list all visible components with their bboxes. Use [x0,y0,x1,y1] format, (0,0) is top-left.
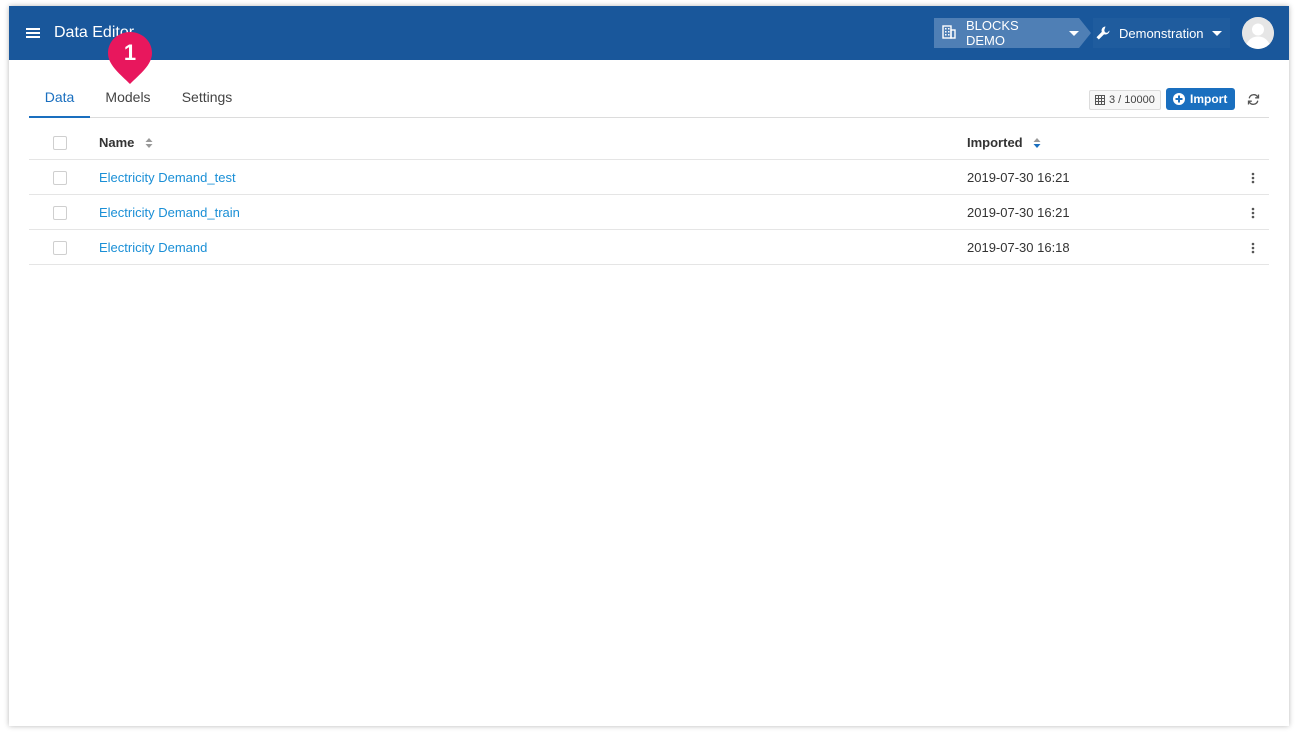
organization-selector[interactable]: BLOCKS DEMO [934,18,1091,48]
column-header-imported-label: Imported [967,135,1023,150]
more-vertical-icon[interactable] [1249,171,1257,185]
sort-icon [145,137,153,148]
data-count-label: 3 / 10000 [1109,94,1155,106]
import-label: Import [1190,92,1228,106]
tab-models[interactable]: Models [102,82,154,118]
data-table: Name Imported Electricity Demand_test 20… [29,125,1269,265]
select-all-checkbox[interactable] [53,136,67,150]
user-avatar-icon[interactable] [1242,17,1274,49]
column-header-name-label: Name [99,135,135,150]
tab-data[interactable]: Data [29,82,90,118]
data-name-link[interactable]: Electricity Demand_train [99,195,240,230]
wrench-icon [1095,25,1111,41]
import-button[interactable]: Import [1166,88,1235,110]
sort-desc-icon [1033,137,1041,148]
table-row: Electricity Demand_train 2019-07-30 16:2… [29,195,1269,230]
more-vertical-icon[interactable] [1249,206,1257,220]
table-header-row: Name Imported [29,125,1269,160]
refresh-icon[interactable] [1247,93,1260,106]
app-window: Data Editor BLOCKS DEMO Demonstration Da… [9,6,1289,726]
project-label: Demonstration [1119,25,1204,41]
table-row: Electricity Demand 2019-07-30 16:18 [29,230,1269,265]
step-marker-number: 1 [123,40,137,65]
menu-icon[interactable] [25,25,41,41]
data-count-badge: 3 / 10000 [1089,90,1161,110]
column-header-imported[interactable]: Imported [967,125,1041,160]
table-row: Electricity Demand_test 2019-07-30 16:21 [29,160,1269,195]
organization-label: BLOCKS DEMO [965,18,1019,48]
top-bar: Data Editor BLOCKS DEMO Demonstration [9,6,1289,60]
data-name-link[interactable]: Electricity Demand [99,230,207,265]
chevron-down-icon [1211,30,1222,36]
tab-settings[interactable]: Settings [179,82,235,118]
step-marker-badge: 1 [106,30,154,86]
row-checkbox[interactable] [53,241,67,255]
project-selector[interactable]: Demonstration [1093,18,1230,48]
row-checkbox[interactable] [53,171,67,185]
row-checkbox[interactable] [53,206,67,220]
imported-date: 2019-07-30 16:21 [967,205,1070,220]
imported-date: 2019-07-30 16:18 [967,240,1070,255]
tab-bar: Data Models Settings [29,82,1269,118]
building-icon [942,25,958,41]
chevron-down-icon [1069,30,1079,36]
imported-date: 2019-07-30 16:21 [967,170,1070,185]
column-header-name[interactable]: Name [99,125,153,160]
more-vertical-icon[interactable] [1249,241,1257,255]
data-name-link[interactable]: Electricity Demand_test [99,160,236,195]
plus-circle-icon [1173,93,1185,105]
table-icon [1095,95,1105,105]
